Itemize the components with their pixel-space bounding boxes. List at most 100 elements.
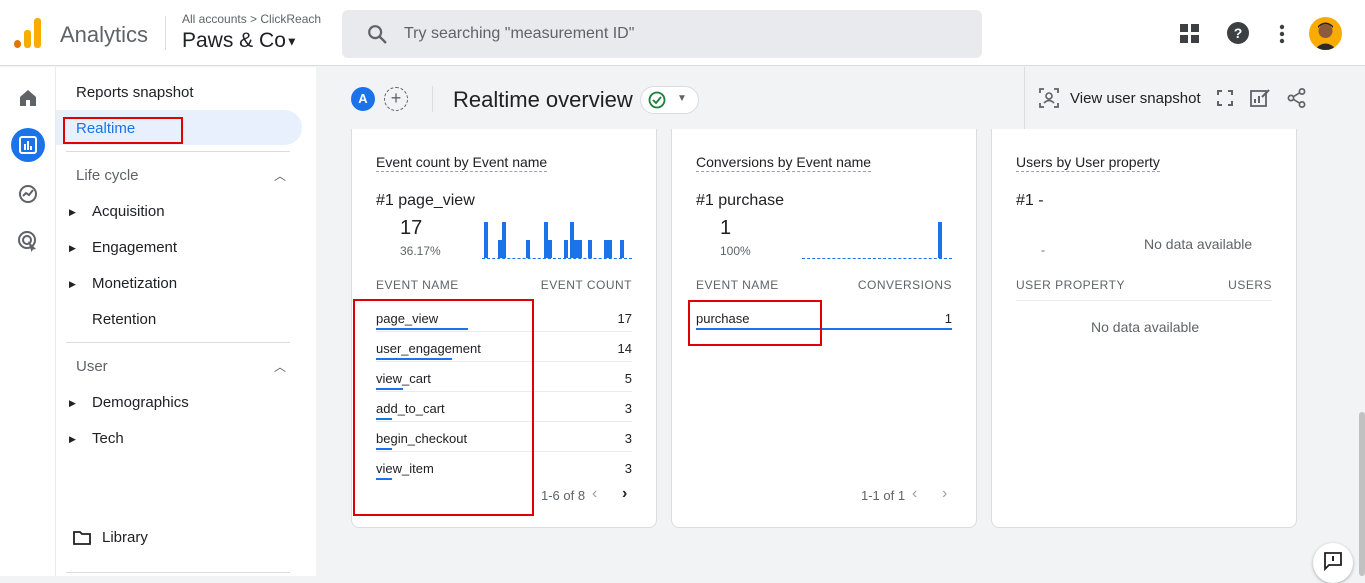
sparkline-chart: [482, 222, 632, 259]
spark-bar: [938, 222, 942, 258]
highlight-box: [353, 299, 534, 516]
reports-icon[interactable]: [11, 128, 45, 162]
page-title: Realtime overview: [453, 87, 633, 112]
property-selector[interactable]: Paws & Co▼: [182, 29, 298, 53]
top-value: 1: [720, 217, 732, 239]
row-value: 3: [624, 461, 632, 476]
row-value: 17: [617, 311, 632, 326]
rank-label: #1: [376, 192, 394, 209]
rank-name: page_view: [398, 192, 475, 209]
nav-library[interactable]: Library: [102, 529, 148, 546]
row-value: 5: [624, 371, 632, 386]
share-icon[interactable]: [1287, 88, 1307, 113]
highlight-box: [688, 300, 822, 346]
spark-bar: [608, 240, 612, 258]
column-header[interactable]: EVENT NAME: [376, 278, 459, 292]
top-rank: #1 page_view: [376, 192, 475, 210]
feedback-button[interactable]: [1313, 543, 1353, 583]
expand-arrow-icon[interactable]: ▶: [69, 243, 76, 254]
top-app-bar: Analytics All accounts > ClickReach Paws…: [0, 0, 1365, 66]
top-value: 17: [400, 217, 423, 239]
rank-name: purchase: [718, 192, 785, 209]
spark-bar: [564, 240, 568, 258]
sparkline-chart: [802, 222, 952, 259]
search-input[interactable]: [404, 21, 964, 47]
nav-item-retention[interactable]: Retention: [92, 311, 156, 328]
table-no-data: No data available: [1091, 319, 1200, 335]
row-value: 14: [617, 341, 632, 356]
column-header[interactable]: EVENT COUNT: [541, 278, 632, 292]
nav-item-tech[interactable]: Tech: [92, 430, 124, 447]
column-header[interactable]: USER PROPERTY: [1016, 278, 1125, 292]
status-dropdown[interactable]: ▼: [640, 86, 699, 114]
explore-icon[interactable]: [11, 177, 45, 211]
expand-arrow-icon[interactable]: ▶: [69, 279, 76, 290]
top-rank: #1 -: [1016, 192, 1044, 210]
chevron-right-icon[interactable]: ›: [942, 485, 947, 503]
avatar[interactable]: [1309, 17, 1342, 50]
column-header[interactable]: EVENT NAME: [696, 278, 779, 292]
comparison-badge[interactable]: A: [351, 87, 375, 111]
help-icon[interactable]: ?: [1227, 22, 1249, 49]
edit-report-icon[interactable]: [1250, 88, 1270, 113]
analytics-logo[interactable]: [14, 18, 42, 48]
search-bar[interactable]: [342, 10, 982, 58]
spark-bar: [484, 222, 488, 258]
feedback-icon: [1324, 552, 1342, 571]
row-value: 1: [944, 311, 952, 326]
divider: [66, 151, 290, 152]
home-icon[interactable]: [11, 81, 45, 115]
chevron-left-icon[interactable]: ‹: [912, 485, 917, 503]
rank-name: -: [1038, 192, 1044, 209]
check-circle-icon: [648, 91, 666, 109]
caret-down-icon: ▼: [285, 34, 298, 49]
chevron-left-icon[interactable]: ‹: [592, 485, 597, 503]
chevron-up-icon[interactable]: ︿: [274, 167, 286, 184]
card-title[interactable]: Conversions by Event name: [696, 154, 872, 172]
nav-item-monetization[interactable]: Monetization: [92, 275, 177, 292]
divider: [165, 16, 166, 50]
more-vert-icon[interactable]: [1279, 24, 1285, 49]
view-user-snapshot-button[interactable]: View user snapshot: [1070, 90, 1201, 107]
add-comparison-button[interactable]: +: [384, 87, 408, 111]
column-header[interactable]: USERS: [1228, 278, 1272, 292]
column-header[interactable]: CONVERSIONS: [858, 278, 952, 292]
divider: [432, 86, 433, 112]
nav-item-engagement[interactable]: Engagement: [92, 239, 177, 256]
highlight-box: [63, 117, 183, 144]
caret-down-icon: ▼: [677, 93, 687, 104]
chart-no-data: No data available: [1144, 236, 1253, 252]
divider: [1016, 300, 1272, 301]
card-title[interactable]: Event count by Event name: [376, 154, 548, 172]
spark-bar: [502, 222, 506, 258]
spark-bar: [526, 240, 530, 258]
chevron-right-icon[interactable]: ›: [622, 485, 627, 503]
scrollbar[interactable]: [1359, 412, 1365, 576]
fullscreen-icon[interactable]: [1217, 90, 1233, 111]
nav-section-lifecycle[interactable]: Life cycle: [76, 167, 139, 184]
card-title[interactable]: Users by User property: [1016, 154, 1160, 172]
breadcrumb[interactable]: All accounts > ClickReach: [182, 12, 321, 26]
spark-bar: [578, 240, 582, 258]
row-value: 3: [624, 401, 632, 416]
expand-arrow-icon[interactable]: ▶: [69, 207, 76, 218]
advertising-icon[interactable]: [11, 224, 45, 258]
expand-arrow-icon[interactable]: ▶: [69, 434, 76, 445]
spark-bar: [548, 240, 552, 258]
top-percent: 100%: [720, 244, 751, 258]
nav-item-acquisition[interactable]: Acquisition: [92, 203, 165, 220]
chevron-up-icon[interactable]: ︿: [274, 358, 286, 375]
top-value-dash: -: [1041, 243, 1045, 257]
rank-label: #1: [696, 192, 714, 209]
navigation-rail: [0, 67, 56, 576]
apps-grid-icon[interactable]: [1180, 24, 1200, 49]
top-percent: 36.17%: [400, 244, 441, 258]
nav-item-demographics[interactable]: Demographics: [92, 394, 189, 411]
spark-bar: [588, 240, 592, 258]
user-snapshot-icon[interactable]: [1039, 88, 1059, 113]
nav-section-user[interactable]: User: [76, 358, 108, 375]
expand-arrow-icon[interactable]: ▶: [69, 398, 76, 409]
app-name: Analytics: [60, 22, 149, 47]
user-property-card: Users by User property #1 - - No data av…: [991, 129, 1297, 528]
nav-reports-snapshot[interactable]: Reports snapshot: [76, 84, 194, 101]
